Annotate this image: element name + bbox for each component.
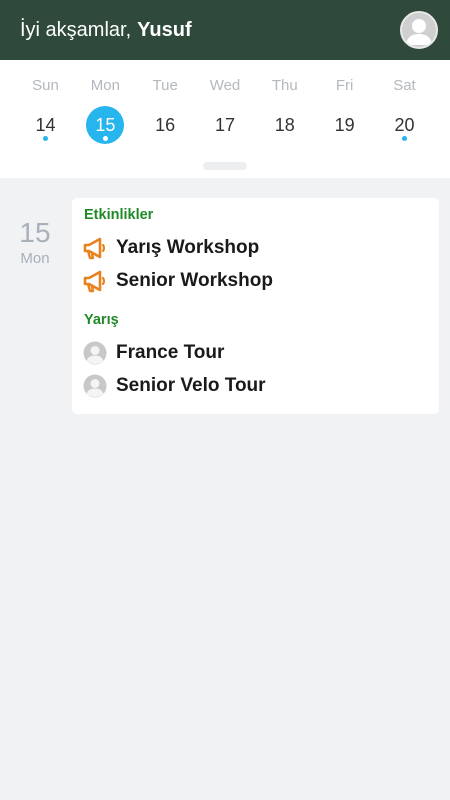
calendar-day[interactable]: Thu 18 — [255, 60, 314, 144]
calendar-day[interactable]: Sun 14 — [16, 60, 75, 144]
race-item[interactable]: Senior Velo Tour — [82, 373, 266, 399]
week-strip: Sun 14 Mon 15 Tue 16 Wed 17 Thu 18 Fri 19 Sat 20 — [0, 60, 450, 144]
calendar-day[interactable]: Fri 19 — [315, 60, 374, 144]
race-item-label: Senior Velo Tour — [116, 375, 266, 396]
calendar-day-weekday: Fri — [335, 77, 354, 94]
agenda-date-weekday: Mon — [20, 250, 50, 267]
calendar-day-number: 19 — [334, 114, 355, 135]
calendar-day-number: 14 — [35, 114, 56, 135]
calendar-day-weekday: Sun — [32, 77, 59, 94]
calendar-day-number: 20 — [394, 114, 415, 135]
calendar-day-weekday: Thu — [271, 77, 298, 94]
race-item-label: France Tour — [116, 342, 225, 363]
calendar-day-circle: 14 — [27, 106, 65, 144]
calendar-day-circle: 15 — [86, 106, 125, 144]
app-header: İyi akşamlar, Yusuf — [0, 0, 450, 60]
megaphone-icon — [82, 268, 108, 294]
event-indicator-dot — [43, 136, 48, 141]
calendar-day[interactable]: Wed 17 — [195, 60, 254, 144]
calendar-day-weekday: Mon — [90, 77, 120, 94]
person-avatar-icon — [82, 340, 108, 366]
person-avatar-icon — [82, 373, 108, 399]
calendar-day-circle: 17 — [206, 106, 244, 144]
section-title-etkinlikler: Etkinlikler — [84, 207, 154, 223]
calendar-day[interactable]: Tue 16 — [136, 60, 195, 144]
week-calendar: Sun 14 Mon 15 Tue 16 Wed 17 Thu 18 Fri 19 Sat 20 — [0, 60, 450, 178]
calendar-day-weekday: Wed — [209, 77, 241, 94]
user-avatar-icon[interactable] — [400, 11, 438, 49]
section-title-yaris: Yarış — [84, 312, 119, 328]
event-item-label: Senior Workshop — [116, 270, 273, 291]
calendar-day-circle: 20 — [385, 106, 423, 144]
calendar-day-number: 16 — [155, 114, 176, 135]
race-item[interactable]: France Tour — [82, 340, 224, 366]
event-item[interactable]: Yarış Workshop — [82, 235, 259, 261]
calendar-day[interactable]: Mon 15 — [76, 60, 135, 144]
calendar-day-circle: 19 — [326, 106, 364, 144]
calendar-day-weekday: Tue — [152, 77, 178, 94]
calendar-day-number: 15 — [95, 114, 116, 135]
agenda-card: Etkinlikler Yarış Workshop Senior Worksh… — [72, 198, 439, 414]
megaphone-icon — [82, 235, 108, 261]
calendar-day-number: 18 — [274, 114, 295, 135]
calendar-day-number: 17 — [214, 114, 235, 135]
event-indicator-dot — [401, 136, 407, 141]
greeting-text: İyi akşamlar, — [20, 18, 132, 41]
greeting: İyi akşamlar, Yusuf — [20, 19, 192, 42]
calendar-day-circle: 16 — [146, 106, 184, 144]
user-name: Yusuf — [137, 18, 192, 41]
event-item[interactable]: Senior Workshop — [82, 268, 273, 294]
event-item-label: Yarış Workshop — [116, 237, 260, 258]
agenda-date: 15 Mon — [0, 217, 70, 268]
agenda-date-number: 15 — [19, 217, 51, 248]
calendar-day-circle: 18 — [266, 106, 304, 144]
event-indicator-dot — [102, 136, 108, 141]
calendar-drag-handle[interactable] — [203, 162, 247, 170]
calendar-day[interactable]: Sat 20 — [375, 60, 434, 144]
calendar-day-weekday: Sat — [393, 77, 416, 94]
